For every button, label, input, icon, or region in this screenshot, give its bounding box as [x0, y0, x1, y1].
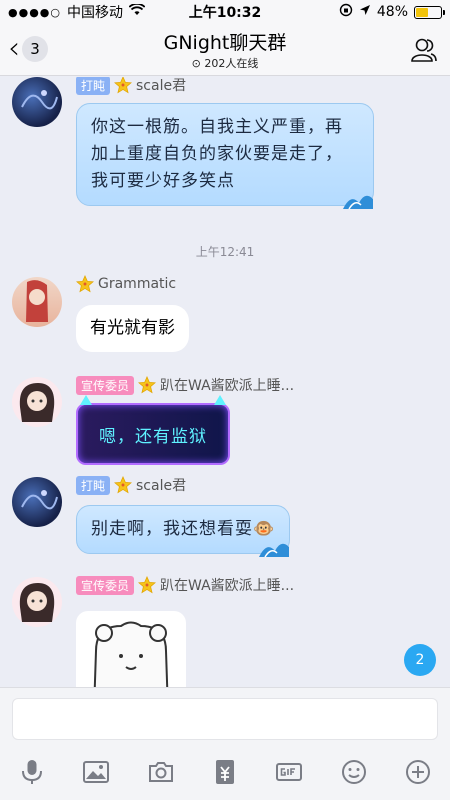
- wave-decoration-icon: [343, 195, 373, 210]
- avatar[interactable]: [12, 277, 62, 327]
- avatar[interactable]: [12, 377, 62, 427]
- voice-button[interactable]: [16, 756, 48, 788]
- smiley-icon: [341, 760, 366, 784]
- photo-button[interactable]: [80, 756, 112, 788]
- member-badge: 宣传委员: [76, 375, 135, 395]
- star-icon: [138, 376, 157, 394]
- avatar[interactable]: [12, 477, 62, 527]
- online-indicator-icon: ⊙: [191, 57, 201, 70]
- star-icon: [76, 275, 94, 293]
- wifi-icon: [128, 3, 146, 20]
- group-members-button[interactable]: [410, 36, 438, 64]
- red-packet-icon: [215, 760, 234, 784]
- location-icon: [359, 4, 371, 20]
- status-bar: ●●●●○ 中国移动 上午10:32 48%: [0, 0, 450, 24]
- chat-header: ‹ 3 GNight聊天群 ⊙ 202人在线: [0, 24, 450, 76]
- sender-name: 趴在WA酱欧派上睡...: [160, 378, 295, 394]
- sender-meta: 宣传委员 趴在WA酱欧派上睡...: [76, 575, 294, 595]
- star-icon: [114, 77, 133, 94]
- timestamp: 上午12:41: [195, 245, 255, 259]
- gif-button[interactable]: [273, 756, 305, 788]
- message-item: 打盹 scale君 你这一根筋。自我主义严重，再加上重度自负的家伙要是走了，我可…: [12, 77, 438, 210]
- battery-percent: 48%: [376, 4, 408, 20]
- member-badge: 打盹: [76, 475, 111, 495]
- image-icon: [83, 761, 110, 783]
- sender-name: scale君: [136, 78, 187, 94]
- message-bubble[interactable]: 有光就有影: [76, 305, 189, 352]
- input-toolbar: [0, 752, 450, 792]
- sender-name: Grammatic: [98, 276, 177, 292]
- sender-name: 趴在WA酱欧派上睡...: [160, 578, 295, 594]
- message-item: Grammatic 有光就有影: [12, 275, 438, 357]
- sender-meta: 打盹 scale君: [76, 475, 186, 495]
- member-badge: 宣传委员: [76, 575, 135, 595]
- signal-strength: ●●●●○: [8, 5, 61, 19]
- new-message-count-badge[interactable]: 2: [404, 644, 436, 676]
- more-button[interactable]: [402, 756, 434, 788]
- plus-circle-icon: [405, 760, 430, 784]
- input-area: [0, 687, 450, 800]
- message-item: 宣传委员 趴在WA酱欧派上睡...: [12, 575, 438, 687]
- message-list[interactable]: 打盹 scale君 你这一根筋。自我主义严重，再加上重度自负的家伙要是走了，我可…: [0, 77, 450, 687]
- sticker-image[interactable]: [76, 611, 186, 687]
- message-text: 别走啊，我还想看耍🐵: [91, 519, 276, 539]
- sender-meta: Grammatic: [76, 275, 176, 293]
- orientation-lock-icon: [339, 3, 353, 21]
- camera-button[interactable]: [145, 756, 177, 788]
- gif-icon: [276, 763, 303, 781]
- members-icon: [411, 38, 437, 62]
- carrier-name: 中国移动: [67, 5, 123, 21]
- avatar[interactable]: [12, 77, 62, 127]
- sender-name: scale君: [136, 478, 187, 494]
- message-item: 打盹 scale君 别走啊，我还想看耍🐵: [12, 475, 438, 567]
- message-text: 嗯，还有监狱: [99, 426, 207, 447]
- emoji-button[interactable]: [338, 756, 370, 788]
- wave-decoration-icon: [259, 543, 290, 558]
- message-text: 你这一根筋。自我主义严重，再加上重度自负的家伙要是走了，我可要少好多笑点: [91, 117, 343, 191]
- message-bubble[interactable]: 嗯，还有监狱: [76, 395, 230, 465]
- battery-icon: [414, 5, 445, 19]
- microphone-icon: [22, 760, 43, 784]
- camera-icon: [148, 762, 173, 782]
- red-packet-button[interactable]: [209, 756, 241, 788]
- message-text: 有光就有影: [90, 318, 175, 338]
- message-bubble[interactable]: 别走啊，我还想看耍🐵: [76, 505, 291, 558]
- online-count: ⊙ 202人在线: [191, 57, 259, 70]
- star-icon: [114, 476, 133, 494]
- group-title: GNight聊天群: [163, 32, 287, 54]
- message-item: 宣传委员 趴在WA酱欧派上睡... 嗯，还有监狱: [12, 375, 438, 477]
- message-bubble[interactable]: 你这一根筋。自我主义严重，再加上重度自负的家伙要是走了，我可要少好多笑点: [76, 103, 374, 210]
- message-input[interactable]: [12, 698, 438, 740]
- sender-meta: 打盹 scale君: [76, 77, 186, 95]
- avatar[interactable]: [12, 577, 62, 627]
- star-icon: [138, 576, 157, 594]
- member-badge: 打盹: [76, 77, 111, 95]
- sender-meta: 宣传委员 趴在WA酱欧派上睡...: [76, 375, 294, 395]
